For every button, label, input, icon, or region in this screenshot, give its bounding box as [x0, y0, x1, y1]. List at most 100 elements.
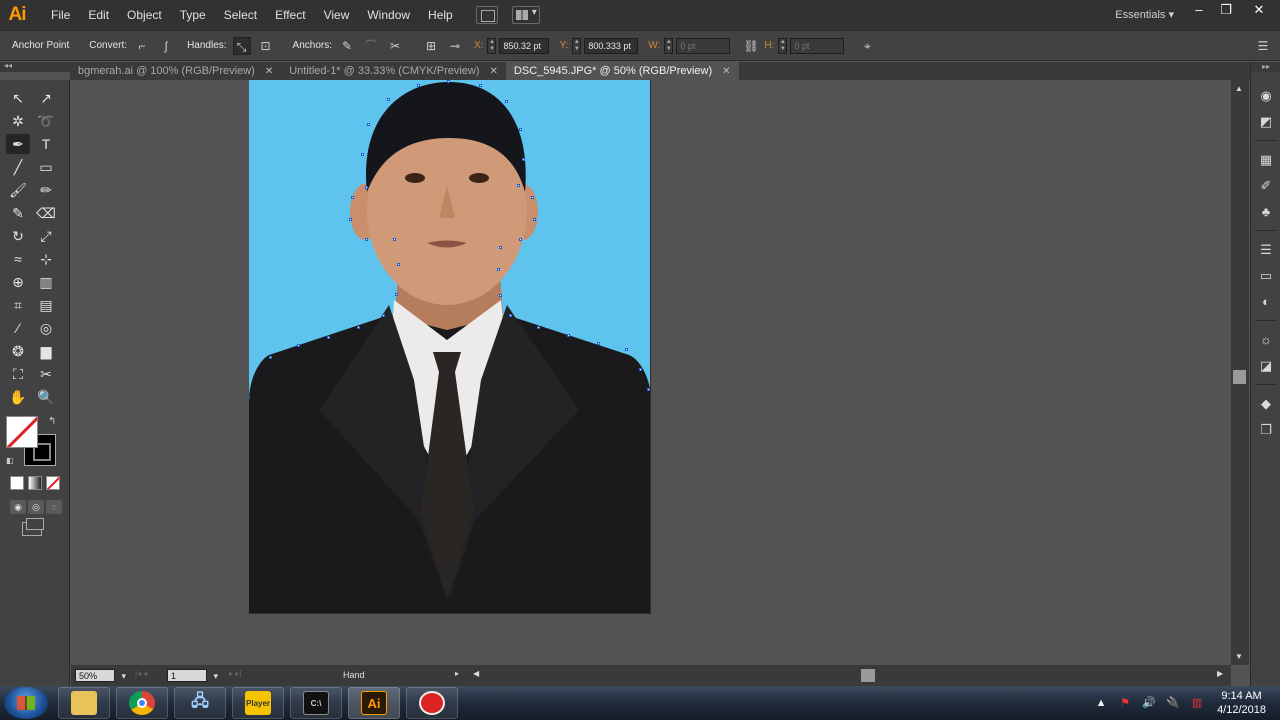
show-hidden-icons-icon[interactable]: ▲ [1094, 696, 1108, 710]
anchor-point[interactable] [517, 184, 520, 187]
start-button[interactable] [4, 687, 48, 719]
stroke-panel-icon[interactable]: ☰ [1258, 242, 1274, 258]
anchor-point[interactable] [499, 294, 502, 297]
convert-smooth-icon[interactable]: ʃ [157, 37, 175, 55]
transform-icon[interactable]: ⊸ [446, 37, 464, 55]
x-field[interactable]: 850.32 pt [499, 37, 550, 54]
draw-behind-icon[interactable]: ◎ [28, 500, 44, 514]
blend-tool-icon[interactable]: ◎ [34, 318, 58, 338]
panel-menu-icon[interactable]: ☰ [1254, 37, 1272, 55]
menu-file[interactable]: File [42, 8, 79, 22]
taskbar-chrome[interactable] [116, 687, 168, 719]
collapse-toolbox-icon[interactable]: ◂◂ [4, 61, 12, 70]
anchor-point[interactable] [567, 334, 570, 337]
anchor-point[interactable] [499, 246, 502, 249]
eraser-tool-icon[interactable]: ⌫ [34, 203, 58, 223]
anchor-point[interactable] [505, 100, 508, 103]
menu-help[interactable]: Help [419, 8, 462, 22]
vertical-scrollbar[interactable]: ▲ ▼ [1231, 80, 1249, 665]
color-mode-button[interactable] [10, 476, 24, 490]
align-icon[interactable]: ⊞ [422, 37, 440, 55]
gradient-mode-button[interactable] [28, 476, 42, 490]
scroll-up-icon[interactable]: ▲ [1235, 84, 1243, 93]
horizontal-scrollbar[interactable]: ◀ ▶ [473, 669, 1229, 682]
cut-path-icon[interactable]: ✂ [386, 37, 404, 55]
h-field[interactable]: 0 pt [790, 37, 845, 54]
zoom-field[interactable]: 50% [75, 669, 126, 683]
y-field[interactable]: 800.333 pt [584, 37, 639, 54]
close-tab-icon[interactable]: ✕ [490, 66, 498, 77]
y-spinner[interactable]: ▲ ▼ [572, 37, 582, 54]
direct-selection-tool-icon[interactable]: ↗ [34, 88, 58, 108]
anchor-point[interactable] [479, 84, 482, 87]
anchor-point[interactable] [395, 293, 398, 296]
minimize-button[interactable]: – [1186, 2, 1212, 20]
volume-icon[interactable]: 🔊 [1142, 696, 1156, 710]
close-button[interactable]: ✕ [1246, 2, 1272, 20]
paintbrush-tool-icon[interactable]: 🖌 [6, 180, 30, 200]
w-spinner[interactable]: ▲ ▼ [664, 37, 674, 54]
anchor-point[interactable] [639, 368, 642, 371]
anchor-point[interactable] [327, 336, 330, 339]
clock[interactable]: 9:14 AM 4/12/2018 [1217, 689, 1266, 717]
anchor-point[interactable] [357, 326, 360, 329]
symbols-icon[interactable]: ♣ [1258, 204, 1274, 220]
selection-tool-icon[interactable]: ↖ [6, 88, 30, 108]
transparency-icon[interactable]: ◐ [1258, 294, 1274, 310]
draw-normal-icon[interactable]: ◉ [10, 500, 26, 514]
appearance-icon[interactable]: ☼ [1258, 332, 1274, 348]
taskbar-player[interactable]: Player [232, 687, 284, 719]
x-spinner[interactable]: ▲ ▼ [487, 37, 497, 54]
draw-inside-icon[interactable]: ◌ [46, 500, 62, 514]
swap-fill-stroke-icon[interactable]: ↰ [48, 416, 56, 427]
rectangle-tool-icon[interactable]: ▭ [34, 157, 58, 177]
scroll-right-icon[interactable]: ▶ [1217, 669, 1223, 678]
hand-tool-icon[interactable]: ✋ [6, 387, 30, 407]
first-artboard-icon[interactable]: |◂ ◂ [135, 669, 147, 678]
anchor-point[interactable] [625, 348, 628, 351]
gradient-tool-icon[interactable]: ▤ [34, 295, 58, 315]
close-tab-icon[interactable]: ✕ [722, 66, 730, 77]
mesh-tool-icon[interactable]: ⌗ [6, 295, 30, 315]
anchor-point[interactable] [365, 238, 368, 241]
taskbar-network[interactable]: 🖧 [174, 687, 226, 719]
anchor-point[interactable] [509, 314, 512, 317]
placed-photo[interactable] [249, 80, 651, 614]
menu-edit[interactable]: Edit [79, 8, 118, 22]
anchor-point[interactable] [297, 344, 300, 347]
symbol-sprayer-tool-icon[interactable]: ❂ [6, 341, 30, 361]
menu-type[interactable]: Type [171, 8, 215, 22]
isolate-icon[interactable]: ⌖ [858, 37, 876, 55]
anchor-point[interactable] [597, 342, 600, 345]
menu-object[interactable]: Object [118, 8, 171, 22]
show-handles-icon[interactable]: ⤡ [232, 36, 251, 55]
tab-bgmerah[interactable]: bgmerah.ai @ 100% (RGB/Preview) ✕ [70, 62, 281, 80]
bridge-icon[interactable] [475, 6, 498, 24]
convert-corner-icon[interactable]: ⌐ [133, 37, 151, 55]
anchor-point[interactable] [361, 153, 364, 156]
taskbar-explorer[interactable] [58, 687, 110, 719]
anchor-point[interactable] [531, 196, 534, 199]
scroll-down-icon[interactable]: ▼ [1235, 652, 1243, 661]
anchor-point[interactable] [365, 186, 368, 189]
tab-dsc-5945[interactable]: DSC_5945.JPG* @ 50% (RGB/Preview) ✕ [505, 62, 739, 80]
anchor-point[interactable] [537, 326, 540, 329]
free-transform-tool-icon[interactable]: ⊹ [34, 249, 58, 269]
layers-icon[interactable]: ◆ [1258, 396, 1274, 412]
status-menu-icon[interactable]: ▸ [455, 669, 459, 678]
menu-select[interactable]: Select [215, 8, 266, 22]
anchor-point[interactable] [269, 356, 272, 359]
none-mode-button[interactable] [46, 476, 60, 490]
anchor-point[interactable] [519, 238, 522, 241]
lasso-tool-icon[interactable]: ➰ [34, 111, 58, 131]
power-icon[interactable]: 🔌 [1166, 696, 1180, 710]
arrange-documents-icon[interactable] [511, 6, 540, 24]
link-proportions-icon[interactable]: ⛓ [742, 37, 760, 55]
expand-panels-icon[interactable]: ▸▸ [1251, 62, 1280, 72]
remove-anchor-icon[interactable]: ✎ [338, 37, 356, 55]
menu-effect[interactable]: Effect [266, 8, 314, 22]
taskbar-illustrator[interactable]: Ai [348, 687, 400, 719]
eyedropper-tool-icon[interactable]: ⁄ [6, 318, 30, 338]
anchor-point[interactable] [417, 84, 420, 87]
taskbar-recorder[interactable] [406, 687, 458, 719]
